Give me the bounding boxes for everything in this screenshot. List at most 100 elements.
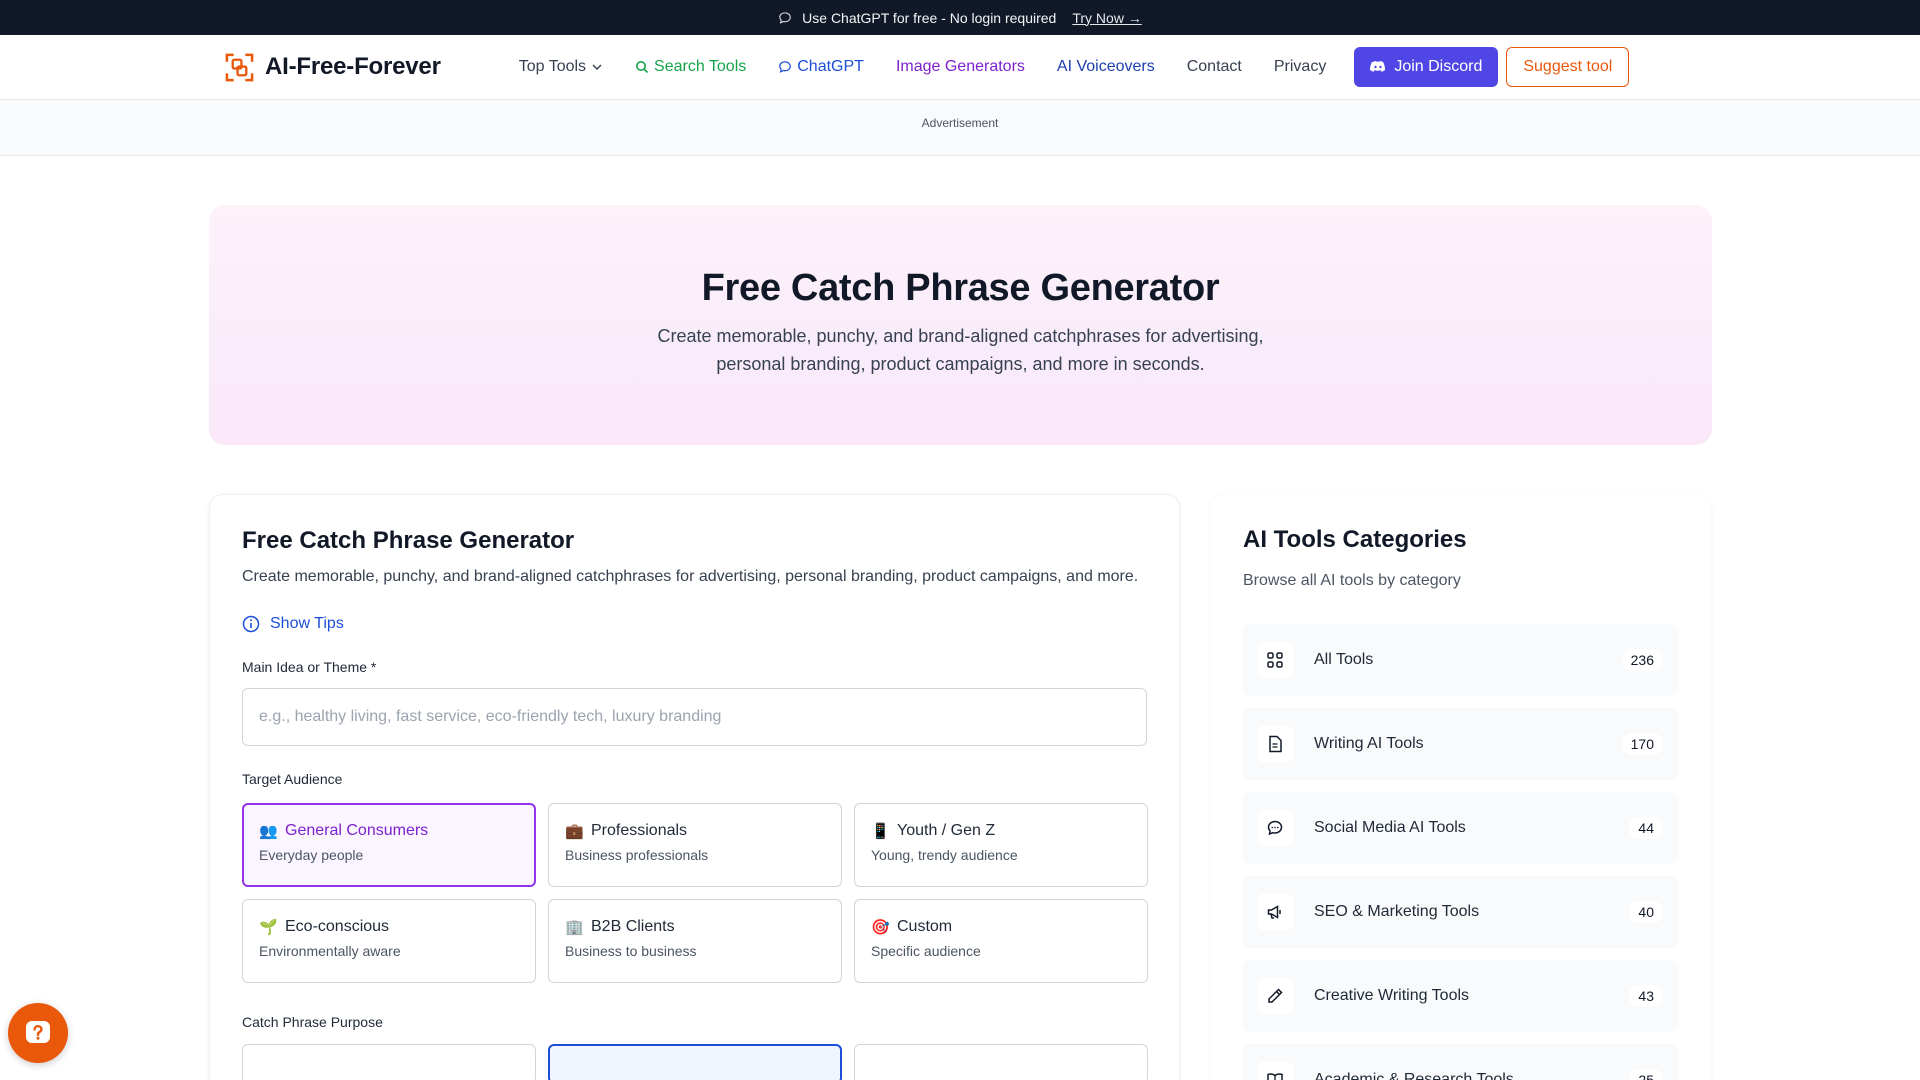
show-tips-toggle[interactable]: Show Tips (242, 615, 1147, 633)
audience-option-professionals[interactable]: 💼 Professionals Business professionals (548, 803, 842, 887)
audience-subtitle: Everyday people (259, 847, 364, 863)
search-icon (636, 61, 649, 74)
audience-title: Youth / Gen Z (897, 822, 996, 839)
page-title: Free Catch Phrase Generator (701, 267, 1220, 309)
main-idea-placeholder: e.g., healthy living, fast service, eco-… (259, 708, 722, 725)
nav-contact[interactable]: Contact (1187, 58, 1242, 76)
chat-bubble-icon (779, 11, 791, 24)
audience-title: Custom (897, 918, 953, 935)
audience-subtitle: Specific audience (871, 943, 981, 959)
category-seo-marketing-tools[interactable]: SEO & Marketing Tools 40 (1243, 876, 1679, 948)
target-icon: 🎯 (871, 919, 890, 936)
main-idea-input[interactable]: e.g., healthy living, fast service, eco-… (242, 688, 1147, 746)
seedling-icon: 🌱 (259, 919, 278, 936)
chat-bubble-icon (779, 61, 792, 73)
advertisement-label: Advertisement (921, 116, 999, 130)
help-icon (26, 1021, 50, 1043)
nav-top-tools-label: Top Tools (518, 58, 587, 75)
try-now-link[interactable]: Try Now → (1072, 10, 1141, 26)
category-creative-writing-tools[interactable]: Creative Writing Tools 43 (1243, 960, 1679, 1032)
help-button[interactable] (8, 1003, 68, 1063)
category-count: 43 (1629, 985, 1663, 1007)
purpose-options (242, 1044, 1148, 1080)
purpose-option[interactable] (854, 1044, 1148, 1080)
category-name: All Tools (1314, 651, 1374, 668)
audience-option-youth-gen-z[interactable]: 📱 Youth / Gen Z Young, trendy audience (854, 803, 1148, 887)
hero-banner: Free Catch Phrase Generator Create memor… (209, 205, 1712, 445)
office-building-icon: 🏢 (565, 919, 584, 936)
audience-option-custom[interactable]: 🎯 Custom Specific audience (854, 899, 1148, 983)
audience-option-b2b-clients[interactable]: 🏢 B2B Clients Business to business (548, 899, 842, 983)
nav-privacy-label: Privacy (1273, 58, 1327, 75)
audience-title: Professionals (591, 822, 688, 839)
categories-subtitle: Browse all AI tools by category (1243, 572, 1461, 589)
category-count: 236 (1621, 649, 1663, 671)
audience-option-general-consumers[interactable]: 👥 General Consumers Everyday people (242, 803, 536, 887)
audience-title: General Consumers (285, 822, 429, 839)
advertisement-strip: Advertisement (0, 100, 1920, 156)
nav-search-tools[interactable]: Search Tools (635, 58, 746, 76)
phone-icon: 📱 (871, 823, 890, 840)
category-academic-research-tools[interactable]: Academic & Research Tools 25 (1243, 1044, 1679, 1080)
purpose-label: Catch Phrase Purpose (242, 1014, 383, 1030)
grid-icon (1257, 642, 1293, 678)
audience-title: Eco-conscious (285, 918, 390, 935)
nav-contact-label: Contact (1186, 58, 1242, 75)
show-tips-label: Show Tips (270, 615, 344, 632)
suggest-tool-button[interactable]: Suggest tool (1506, 47, 1630, 87)
logo[interactable]: AI-Free-Forever (224, 52, 441, 83)
category-all-tools[interactable]: All Tools 236 (1243, 624, 1679, 696)
form-description: Create memorable, punchy, and brand-alig… (242, 568, 1139, 585)
category-count: 40 (1629, 901, 1663, 923)
category-writing-ai-tools[interactable]: Writing AI Tools 170 (1243, 708, 1679, 780)
nav-chatgpt[interactable]: ChatGPT (778, 58, 864, 76)
nav-top-tools[interactable]: Top Tools (519, 58, 603, 76)
join-discord-button[interactable]: Join Discord (1354, 47, 1499, 87)
audience-title: B2B Clients (591, 918, 675, 935)
category-count: 170 (1621, 733, 1663, 755)
hero-line-1: Create memorable, punchy, and brand-alig… (657, 326, 1264, 346)
info-icon (242, 615, 260, 633)
announcement-text: Use ChatGPT for free - No login required (802, 9, 1057, 26)
audience-subtitle: Business to business (565, 943, 697, 959)
category-social-media-ai-tools[interactable]: Social Media AI Tools 44 (1243, 792, 1679, 864)
site-header: AI-Free-Forever Top Tools Search Tools C… (0, 35, 1920, 100)
chat-bubble-icon (1257, 810, 1293, 846)
category-name: Writing AI Tools (1314, 735, 1424, 752)
target-audience-label: Target Audience (242, 771, 343, 787)
nav-search-tools-label: Search Tools (654, 58, 747, 75)
logo-text: AI-Free-Forever (265, 53, 441, 80)
document-icon (1257, 726, 1293, 762)
category-name: Academic & Research Tools (1314, 1071, 1514, 1080)
audience-option-eco-conscious[interactable]: 🌱 Eco-conscious Environmentally aware (242, 899, 536, 983)
discord-icon (1370, 61, 1386, 72)
join-discord-label: Join Discord (1394, 58, 1483, 75)
generator-form-card: Free Catch Phrase Generator Create memor… (209, 494, 1180, 1080)
category-count: 44 (1629, 817, 1663, 839)
nav-ai-voiceovers[interactable]: AI Voiceovers (1057, 58, 1155, 76)
purpose-option[interactable] (242, 1044, 536, 1080)
category-name: Creative Writing Tools (1314, 987, 1470, 1004)
people-icon: 👥 (259, 823, 278, 840)
nav-privacy[interactable]: Privacy (1274, 58, 1326, 76)
main-nav: Top Tools Search Tools ChatGPT Image Gen… (519, 58, 1355, 76)
audience-options: 👥 General Consumers Everyday people 💼 Prof… (242, 803, 1148, 983)
form-title: Free Catch Phrase Generator (242, 527, 575, 554)
audience-subtitle: Young, trendy audience (871, 847, 1018, 863)
briefcase-icon: 💼 (565, 823, 584, 840)
purpose-option[interactable] (548, 1044, 842, 1080)
nav-chatgpt-label: ChatGPT (797, 58, 864, 75)
main-idea-label: Main Idea or Theme * (242, 659, 377, 675)
audience-subtitle: Environmentally aware (259, 943, 401, 959)
categories-sidebar: AI Tools Categories Browse all AI tools … (1211, 494, 1711, 1080)
categories-title: AI Tools Categories (1243, 526, 1467, 553)
logo-icon (225, 53, 254, 81)
chevron-down-icon (592, 64, 602, 71)
pencil-icon (1257, 978, 1293, 1014)
category-name: Social Media AI Tools (1314, 819, 1466, 836)
announcement-bar: Use ChatGPT for free - No login required… (0, 0, 1920, 35)
category-name: SEO & Marketing Tools (1314, 903, 1480, 920)
megaphone-icon (1257, 894, 1293, 930)
hero-description: Create memorable, punchy, and brand-alig… (209, 322, 1712, 378)
nav-image-generators[interactable]: Image Generators (896, 58, 1025, 76)
